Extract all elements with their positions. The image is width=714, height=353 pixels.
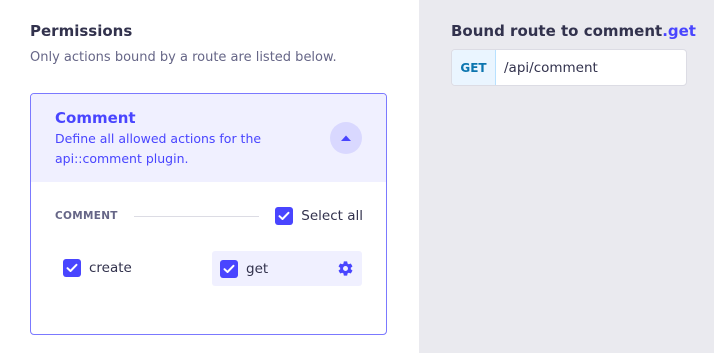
route-path: /api/comment <box>504 59 598 76</box>
section-label: COMMENT <box>55 210 118 222</box>
action-create-checkbox[interactable]: create <box>63 259 132 277</box>
app-root: Permissions Only actions bound by a rout… <box>0 0 714 353</box>
bound-route-title: Bound route to comment.get <box>451 22 696 40</box>
bound-route-controller: comment <box>583 22 663 40</box>
select-all-check-icon[interactable] <box>275 207 294 225</box>
permissions-panel: Permissions Only actions bound by a rout… <box>0 0 419 353</box>
plugin-card-title: Comment <box>55 109 136 127</box>
select-all-checkbox[interactable]: Select all <box>275 207 363 225</box>
gear-icon[interactable] <box>337 260 354 277</box>
action-create-label: create <box>89 260 132 276</box>
route-method-badge: GET <box>452 50 496 85</box>
chevron-up-icon <box>340 134 352 142</box>
bound-route-action: .get <box>662 22 696 40</box>
action-get-row[interactable]: get <box>212 251 362 286</box>
plugin-card: Comment Define all allowed actions for t… <box>30 93 387 335</box>
plugin-card-description: Define all allowed actions for the api::… <box>55 131 262 166</box>
select-all-label: Select all <box>301 208 363 224</box>
get-check-icon[interactable] <box>220 259 238 278</box>
create-check-icon[interactable] <box>63 259 81 277</box>
plugin-card-header[interactable]: Comment Define all allowed actions for t… <box>31 94 386 182</box>
permissions-title: Permissions <box>30 22 133 40</box>
bound-route-title-prefix: Bound route to <box>451 22 584 40</box>
section-row: COMMENT Select all <box>55 206 363 226</box>
action-get-label: get <box>246 260 269 277</box>
permissions-subtitle: Only actions bound by a route are listed… <box>30 50 337 65</box>
route-display: GET /api/comment <box>451 49 687 86</box>
collapse-button[interactable] <box>330 122 362 154</box>
bound-route-panel: Bound route to comment.get GET /api/comm… <box>419 0 714 353</box>
section-divider <box>133 215 260 217</box>
